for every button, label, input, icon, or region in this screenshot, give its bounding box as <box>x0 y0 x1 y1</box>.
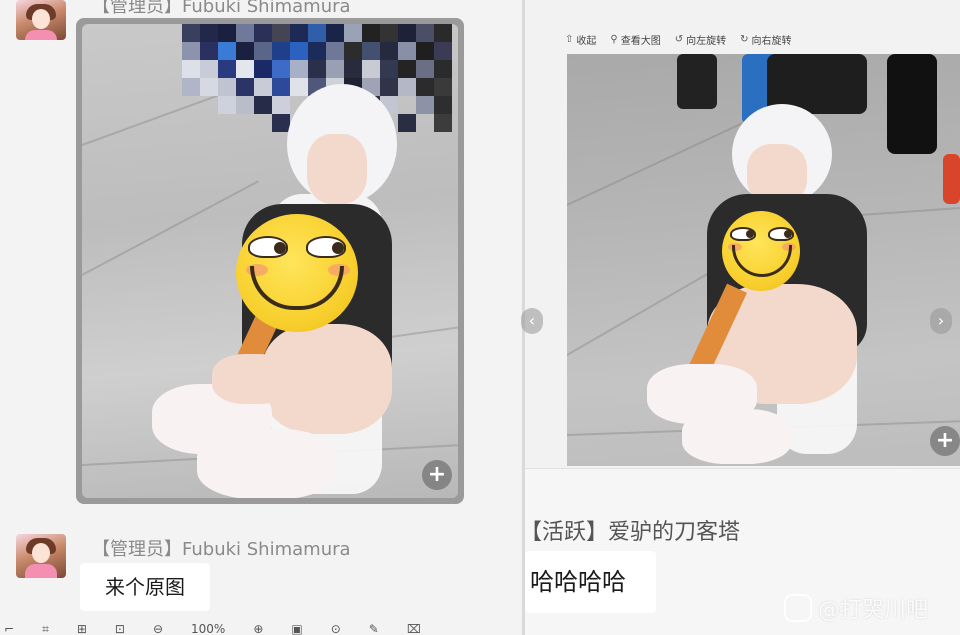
rotate-icon[interactable]: ⌐ <box>4 620 14 635</box>
emoji-censor <box>722 211 800 291</box>
reply-bubble: 哈哈哈哈 <box>525 551 656 613</box>
emoji-censor <box>236 214 358 332</box>
photo-content: + <box>82 24 458 498</box>
zoom-in-icon[interactable]: ⊕ <box>253 620 263 635</box>
screenshot-icon[interactable]: ⌗ <box>42 620 49 635</box>
rotate-left-icon: ↺ <box>674 34 684 45</box>
save-icon[interactable]: ⊞ <box>77 620 87 635</box>
zoom-in-icon[interactable]: + <box>930 426 960 456</box>
weibo-logo-icon <box>784 594 812 622</box>
edit-icon[interactable]: ✎ <box>369 620 379 635</box>
avatar[interactable] <box>16 534 66 578</box>
message-bubble: 来个原图 <box>80 563 210 611</box>
next-image-button[interactable]: › <box>930 308 952 334</box>
sender-name: 【管理员】Fubuki Shimamura <box>92 0 351 17</box>
watermark: @打哭川吧 <box>784 592 928 624</box>
reply-username: 【活跃】爱驴的刀客塔 <box>520 520 741 545</box>
image-toolbar: ⌐ ⌗ ⊞ ⊡ ⊖ 100% ⊕ ▣ ⊙ ✎ ⌧ <box>0 620 526 635</box>
view-large-button[interactable]: ⚲ 查看大图 <box>610 32 660 47</box>
viewer-photo[interactable]: + <box>567 54 960 466</box>
zoom-level: 100% <box>191 622 226 635</box>
avatar[interactable] <box>16 0 66 40</box>
message-photo[interactable]: + <box>76 18 464 504</box>
collapse-button[interactable]: ⇧ 收起 <box>565 32 596 47</box>
chat-pane: 【管理员】Fubuki Shimamura + 【管理员】Fubuki Shim… <box>0 0 522 635</box>
prev-image-button[interactable]: ‹ <box>521 308 543 334</box>
search-icon[interactable]: ⊙ <box>331 620 341 635</box>
viewer-toolbar: ⇧ 收起 ⚲ 查看大图 ↺ 向左旋转 ↻ 向右旋转 <box>565 32 792 47</box>
collect-icon: ⇧ <box>565 34 574 45</box>
zoom-out-icon[interactable]: ⊖ <box>153 620 163 635</box>
image-icon[interactable]: ▣ <box>291 620 302 635</box>
view-large-icon: ⚲ <box>610 34 618 45</box>
rotate-left-button[interactable]: ↺ 向左旋转 <box>675 32 726 47</box>
rotate-right-icon: ↻ <box>740 34 749 45</box>
crop-icon[interactable]: ⌧ <box>407 620 421 635</box>
rotate-right-button[interactable]: ↻ 向右旋转 <box>740 32 791 47</box>
zoom-in-icon[interactable]: + <box>422 460 452 490</box>
fit-icon[interactable]: ⊡ <box>115 620 125 635</box>
sender-name: 【管理员】Fubuki Shimamura <box>92 539 351 560</box>
